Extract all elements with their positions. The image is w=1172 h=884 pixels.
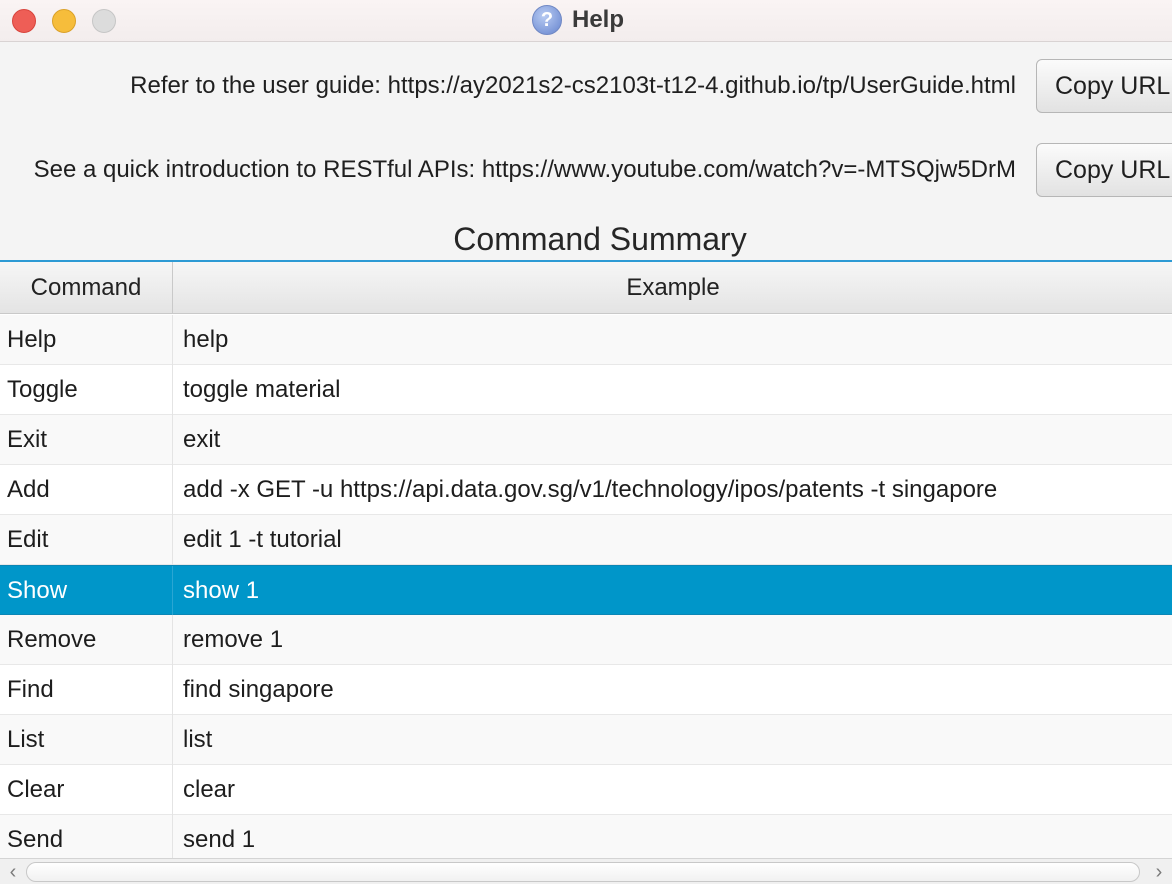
command-cell: Send: [0, 815, 173, 858]
example-cell: exit: [183, 426, 221, 453]
command-cell: List: [0, 715, 173, 765]
table-row[interactable]: Exit exit: [0, 415, 1172, 465]
command-cell: Remove: [0, 615, 173, 665]
command-cell: Show: [0, 566, 173, 616]
command-cell: Clear: [0, 765, 173, 815]
rest-intro-url-text: See a quick introduction to RESTful APIs…: [33, 156, 1016, 183]
maximize-window-button[interactable]: [92, 9, 116, 33]
help-icon: ?: [532, 5, 562, 35]
table-row[interactable]: Remove remove 1: [0, 615, 1172, 665]
command-cell: Find: [0, 665, 173, 715]
table-row[interactable]: Find find singapore: [0, 665, 1172, 715]
table-row[interactable]: Send send 1: [0, 815, 1172, 858]
table-body: Help help Toggle toggle material Exit ex…: [0, 315, 1172, 858]
command-cell: Toggle: [0, 365, 173, 415]
example-cell: help: [183, 326, 229, 353]
example-cell: toggle material: [183, 376, 341, 403]
table-row[interactable]: Edit edit 1 -t tutorial: [0, 515, 1172, 565]
scroll-left-icon[interactable]: ‹: [2, 860, 24, 884]
example-cell: remove 1: [183, 626, 284, 653]
column-header-example[interactable]: Example: [174, 262, 1172, 314]
command-summary-title: Command Summary: [453, 221, 747, 257]
table-row-selected[interactable]: Show show 1: [0, 565, 1172, 616]
table-row[interactable]: Clear clear: [0, 765, 1172, 815]
copy-user-guide-url-button[interactable]: Copy URL: [1036, 59, 1172, 113]
table-row[interactable]: Add add -x GET -u https://api.data.gov.s…: [0, 465, 1172, 515]
copy-rest-intro-url-button[interactable]: Copy URL: [1036, 143, 1172, 197]
example-cell: clear: [183, 776, 236, 803]
command-cell: Edit: [0, 515, 173, 565]
table-row[interactable]: List list: [0, 715, 1172, 765]
example-cell: add -x GET -u https://api.data.gov.sg/v1…: [183, 476, 998, 503]
minimize-window-button[interactable]: [52, 9, 76, 33]
command-summary-table[interactable]: Command Example Help help Toggle toggle …: [0, 260, 1172, 858]
table-header: Command Example: [0, 262, 1172, 314]
scroll-right-icon[interactable]: ›: [1148, 860, 1170, 884]
example-cell: find singapore: [183, 676, 334, 703]
scrollbar-thumb[interactable]: [26, 862, 1140, 882]
table-row[interactable]: Toggle toggle material: [0, 365, 1172, 415]
example-cell: edit 1 -t tutorial: [183, 526, 342, 553]
column-header-command[interactable]: Command: [0, 262, 173, 314]
window-title-group: ? Help: [532, 5, 624, 35]
rest-intro-row: See a quick introduction to RESTful APIs…: [0, 142, 1172, 198]
command-cell: Help: [0, 315, 173, 365]
table-row[interactable]: Help help: [0, 315, 1172, 365]
example-cell: show 1: [183, 577, 260, 604]
user-guide-url-text: Refer to the user guide: https://ay2021s…: [130, 72, 1016, 99]
user-guide-row: Refer to the user guide: https://ay2021s…: [0, 58, 1172, 114]
horizontal-scrollbar[interactable]: ‹ ›: [0, 858, 1172, 884]
command-cell: Add: [0, 465, 173, 515]
command-cell: Exit: [0, 415, 173, 465]
window-title: Help: [572, 6, 625, 33]
example-cell: list: [183, 726, 213, 753]
example-cell: send 1: [183, 826, 256, 853]
window-titlebar: ? Help: [0, 0, 1172, 42]
close-window-button[interactable]: [12, 9, 36, 33]
